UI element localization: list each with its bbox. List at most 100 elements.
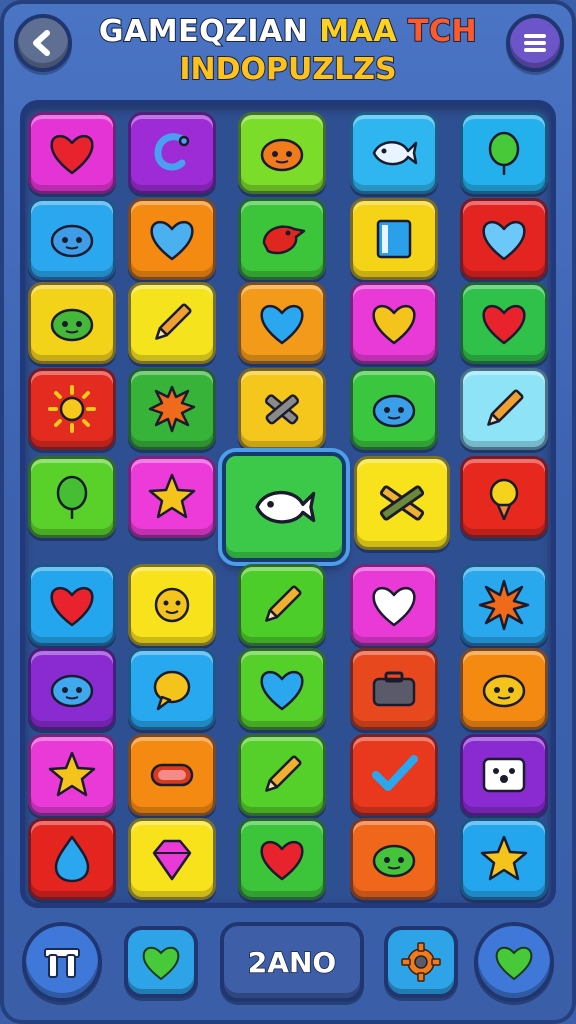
tile-spiky[interactable] bbox=[128, 368, 216, 450]
game-title: GAMEQZIAN MAA TCH bbox=[90, 13, 486, 50]
hook-icon bbox=[154, 133, 190, 171]
back-button[interactable] bbox=[14, 14, 72, 72]
heart-icon bbox=[372, 304, 416, 345]
title-part-3: TCH bbox=[407, 13, 478, 50]
tile-case[interactable] bbox=[350, 648, 438, 730]
case-icon bbox=[372, 671, 416, 707]
tile-heart[interactable] bbox=[128, 198, 216, 280]
tile-heart[interactable] bbox=[350, 564, 438, 646]
gear-icon bbox=[401, 942, 441, 982]
star-icon bbox=[480, 835, 528, 881]
bulb-icon bbox=[489, 478, 519, 521]
tile-pencil[interactable] bbox=[238, 564, 326, 646]
tile-gem[interactable] bbox=[128, 818, 216, 900]
tile-green-blob[interactable] bbox=[28, 282, 116, 364]
green-blob-icon bbox=[50, 308, 94, 342]
tile-dice[interactable] bbox=[460, 734, 548, 816]
tile-heart[interactable] bbox=[238, 818, 326, 900]
tile-blue-blob[interactable] bbox=[28, 648, 116, 730]
tile-sun-face[interactable] bbox=[128, 564, 216, 646]
sun-face-icon bbox=[154, 587, 190, 623]
home-icon bbox=[44, 948, 80, 978]
tile-crossed-sticks[interactable] bbox=[238, 368, 326, 450]
tile-heart[interactable] bbox=[28, 112, 116, 194]
tile-green-blob[interactable] bbox=[350, 818, 438, 900]
tile-heart[interactable] bbox=[460, 198, 548, 280]
crossed-pencils-icon bbox=[379, 485, 425, 521]
tile-pencil[interactable] bbox=[128, 282, 216, 364]
star-icon bbox=[148, 473, 196, 519]
game-subtitle: INDOPUZLZS bbox=[178, 51, 397, 88]
heart-icon bbox=[372, 586, 416, 627]
book-icon bbox=[376, 219, 412, 259]
home-button[interactable] bbox=[22, 922, 102, 1002]
settings-button[interactable] bbox=[384, 926, 458, 998]
fish-icon bbox=[255, 490, 316, 524]
heart-icon bbox=[260, 304, 304, 345]
tile-balloon[interactable] bbox=[28, 456, 116, 538]
tile-pencil[interactable] bbox=[238, 734, 326, 816]
balloon-icon bbox=[56, 475, 88, 519]
score-label: 2ANO bbox=[247, 945, 337, 980]
tile-star[interactable] bbox=[128, 456, 216, 538]
like-button[interactable] bbox=[474, 922, 554, 1002]
green-blob-icon bbox=[372, 844, 416, 878]
gem-icon bbox=[152, 839, 192, 881]
dice-icon bbox=[482, 757, 526, 793]
pill-icon bbox=[150, 763, 194, 787]
orange-blob-icon bbox=[260, 138, 304, 172]
heart-icon bbox=[260, 840, 304, 881]
pencil-icon bbox=[487, 389, 524, 426]
tile-heart[interactable] bbox=[460, 282, 548, 364]
heart-icon bbox=[260, 670, 304, 711]
bird-icon bbox=[262, 225, 306, 255]
tile-bulb[interactable] bbox=[460, 456, 548, 538]
tile-heart[interactable] bbox=[238, 282, 326, 364]
tile-balloon[interactable] bbox=[460, 112, 548, 194]
tile-check[interactable] bbox=[350, 734, 438, 816]
tile-bird[interactable] bbox=[238, 198, 326, 280]
tile-heart[interactable] bbox=[238, 648, 326, 730]
tile-book[interactable] bbox=[350, 198, 438, 280]
speech-icon bbox=[153, 670, 191, 711]
title-part-1: GAMEQZIAN bbox=[98, 13, 320, 50]
tile-pencil[interactable] bbox=[460, 368, 548, 450]
tile-star[interactable] bbox=[460, 818, 548, 900]
tile-blue-blob[interactable] bbox=[28, 198, 116, 280]
blue-blob-icon bbox=[372, 394, 416, 428]
green-heart-icon bbox=[142, 946, 180, 981]
tile-heart[interactable] bbox=[28, 564, 116, 646]
heart-icon bbox=[150, 220, 194, 261]
tile-pill[interactable] bbox=[128, 734, 216, 816]
tile-fish[interactable] bbox=[350, 112, 438, 194]
heart-icon bbox=[482, 220, 526, 261]
tile-burst[interactable] bbox=[460, 564, 548, 646]
drop-icon bbox=[54, 835, 90, 883]
menu-button[interactable] bbox=[506, 14, 564, 72]
pencil-icon bbox=[265, 755, 302, 792]
spiky-icon bbox=[148, 385, 196, 433]
tile-yellow-blob[interactable] bbox=[460, 648, 548, 730]
fish-icon bbox=[372, 141, 418, 166]
tile-star[interactable] bbox=[28, 734, 116, 816]
sun-icon bbox=[48, 385, 96, 433]
bottom-bar: 2ANO bbox=[8, 912, 568, 1020]
pencil-icon bbox=[155, 303, 192, 340]
tile-blue-blob[interactable] bbox=[350, 368, 438, 450]
tile-orange-blob[interactable] bbox=[238, 112, 326, 194]
blue-blob-icon bbox=[50, 224, 94, 258]
burst-icon bbox=[478, 579, 530, 631]
tile-speech[interactable] bbox=[128, 648, 216, 730]
tile-sun[interactable] bbox=[28, 368, 116, 450]
pencil-icon bbox=[265, 585, 302, 622]
heart-icon bbox=[50, 586, 94, 627]
tile-crossed-pencils[interactable] bbox=[354, 456, 450, 550]
tile-fish[interactable] bbox=[222, 452, 346, 562]
hint-button[interactable] bbox=[124, 926, 198, 998]
tile-hook[interactable] bbox=[128, 112, 216, 194]
tile-heart[interactable] bbox=[350, 282, 438, 364]
tile-drop[interactable] bbox=[28, 818, 116, 900]
green-heart-icon bbox=[495, 946, 533, 981]
title-part-2: MAA bbox=[318, 13, 409, 50]
blue-blob-icon bbox=[50, 674, 94, 708]
